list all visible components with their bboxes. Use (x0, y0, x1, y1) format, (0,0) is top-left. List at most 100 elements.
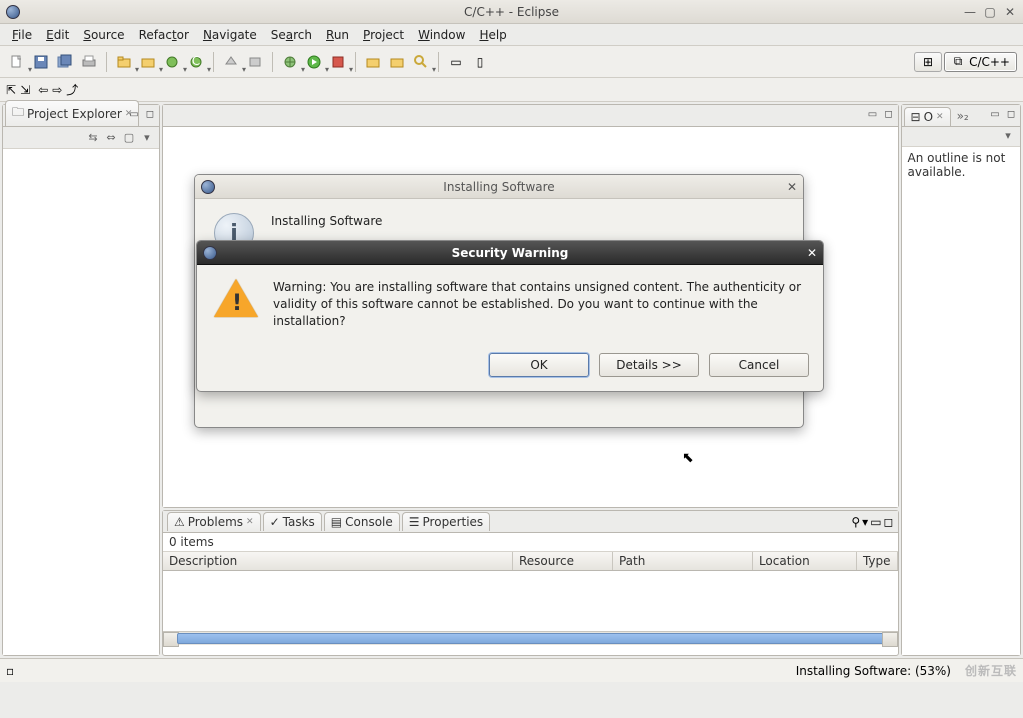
menu-run[interactable]: Run (320, 26, 355, 44)
editor-maximize-button[interactable]: ◻ (882, 107, 896, 121)
menu-help[interactable]: Help (473, 26, 512, 44)
console-tab[interactable]: ▤Console (324, 512, 400, 531)
horizontal-scrollbar[interactable] (163, 631, 898, 645)
security-warning-message: Warning: You are installing software tha… (273, 279, 807, 329)
new-folder-button[interactable] (137, 51, 159, 73)
menu-source[interactable]: Source (77, 26, 130, 44)
close-icon[interactable]: ✕ (936, 112, 944, 122)
app-icon (201, 180, 215, 194)
outline-empty-text: An outline is not available. (902, 147, 1021, 183)
nav-back-button[interactable]: ⇦ (38, 83, 48, 97)
properties-icon: ☰ (409, 515, 420, 529)
build-all-button[interactable] (244, 51, 266, 73)
tasks-tab[interactable]: ✓Tasks (263, 512, 322, 531)
view-menu-icon[interactable]: ▾ (862, 515, 868, 529)
nav-forward-button[interactable]: ⇨ (52, 83, 62, 97)
outline-tab[interactable]: ⊟O✕ (904, 107, 951, 126)
security-warning-dialog: Security Warning ✕ Warning: You are inst… (196, 240, 824, 392)
bottom-panel: ⚠Problems✕ ✓Tasks ▤Console ☰Properties ⚲… (162, 510, 899, 656)
new-class-button[interactable]: C (185, 51, 207, 73)
open-type-button[interactable] (362, 51, 384, 73)
view-menu-icon[interactable]: ▾ (139, 130, 155, 146)
minimize-view-button[interactable]: ▭ (127, 107, 141, 121)
main-titlebar: C/C++ - Eclipse — ▢ ✕ (0, 0, 1023, 24)
forward-button[interactable]: ⇲ (20, 83, 30, 97)
security-dialog-titlebar: Security Warning ✕ (197, 241, 823, 265)
problems-table-body (163, 571, 898, 631)
problems-table-header: Description Resource Path Location Type (163, 552, 898, 571)
save-all-button[interactable] (54, 51, 76, 73)
save-button[interactable] (30, 51, 52, 73)
tasks-icon: ✓ (270, 515, 280, 529)
minimize-outline-button[interactable]: ▭ (988, 107, 1002, 121)
svg-text:C: C (192, 54, 200, 68)
nav-toolbar: ⇱ ⇲ ⇦ ⇨ ⤴ (0, 78, 1023, 102)
window-title: C/C++ - Eclipse (464, 5, 559, 19)
main-toolbar: C ▭ ▯ ⊞ ⧉C/C++ (0, 46, 1023, 78)
menu-edit[interactable]: Edit (40, 26, 75, 44)
link-editor-icon[interactable]: ⇔ (103, 130, 119, 146)
project-explorer-tab[interactable]: 🗀 Project Explorer ✕ (5, 100, 139, 126)
outline-menu-icon[interactable]: ▾ (1000, 127, 1016, 143)
menu-window[interactable]: Window (412, 26, 471, 44)
col-resource[interactable]: Resource (513, 552, 613, 570)
minimize-button[interactable]: — (963, 5, 977, 19)
app-icon (203, 246, 217, 260)
menubar: File Edit Source Refactor Navigate Searc… (0, 24, 1023, 46)
perspective-cpp[interactable]: ⧉C/C++ (944, 52, 1017, 72)
console-icon: ▤ (331, 515, 342, 529)
maximize-panel-button[interactable]: ◻ (884, 515, 894, 529)
ok-button[interactable]: OK (489, 353, 589, 377)
folder-nav-icon: 🗀 (12, 103, 24, 124)
collapse-all-icon[interactable]: ⇆ (85, 130, 101, 146)
properties-tab[interactable]: ☰Properties (402, 512, 490, 531)
status-left-icon: ▫ (6, 664, 14, 678)
security-dialog-title: Security Warning (452, 246, 569, 260)
filter-icon[interactable]: ⚲ (851, 515, 860, 529)
focus-icon[interactable]: ▢ (121, 130, 137, 146)
close-button[interactable]: ✕ (1003, 5, 1017, 19)
new-project-button[interactable] (113, 51, 135, 73)
build-button[interactable] (220, 51, 242, 73)
close-icon[interactable]: ✕ (246, 517, 254, 527)
menu-navigate[interactable]: Navigate (197, 26, 263, 44)
open-task-button[interactable] (386, 51, 408, 73)
minimize-panel-button[interactable]: ▭ (870, 515, 881, 529)
install-dialog-titlebar: Installing Software ✕ (195, 175, 803, 199)
menu-file[interactable]: File (6, 26, 38, 44)
problems-icon: ⚠ (174, 515, 185, 529)
back-button[interactable]: ⇱ (6, 83, 16, 97)
col-type[interactable]: Type (857, 552, 898, 570)
details-button[interactable]: Details >> (599, 353, 699, 377)
print-button[interactable] (78, 51, 100, 73)
run-button[interactable] (303, 51, 325, 73)
editor-minimize-button[interactable]: ▭ (866, 107, 880, 121)
new-button[interactable] (6, 51, 28, 73)
menu-project[interactable]: Project (357, 26, 410, 44)
maximize-view-button[interactable]: ◻ (143, 107, 157, 121)
nav-up-button[interactable]: ⤴ (66, 81, 78, 98)
menu-search[interactable]: Search (265, 26, 318, 44)
install-dialog-close-button[interactable]: ✕ (787, 180, 797, 194)
maximize-button[interactable]: ▢ (983, 5, 997, 19)
project-explorer-view: 🗀 Project Explorer ✕ ▭ ◻ ⇆ ⇔ ▢ ▾ (2, 104, 160, 656)
maximize-outline-button[interactable]: ◻ (1004, 107, 1018, 121)
menu-refactor[interactable]: Refactor (133, 26, 195, 44)
cancel-button[interactable]: Cancel (709, 353, 809, 377)
open-perspective-button[interactable]: ⊞ (914, 52, 942, 72)
debug-button[interactable] (279, 51, 301, 73)
statusbar: ▫ Installing Software: (53%) 创新互联 (0, 658, 1023, 682)
outline-view: ⊟O✕ »₂ ▭ ◻ ▾ An outline is not available… (901, 104, 1022, 656)
col-path[interactable]: Path (613, 552, 753, 570)
pin-button[interactable]: ▯ (469, 51, 491, 73)
security-dialog-close-button[interactable]: ✕ (807, 246, 817, 260)
install-dialog-title: Installing Software (443, 180, 554, 194)
warning-icon (213, 279, 259, 329)
col-description[interactable]: Description (163, 552, 513, 570)
problems-tab[interactable]: ⚠Problems✕ (167, 512, 261, 531)
search-button[interactable] (410, 51, 432, 73)
col-location[interactable]: Location (753, 552, 857, 570)
external-tools-button[interactable] (327, 51, 349, 73)
new-source-button[interactable] (161, 51, 183, 73)
toggle-mark-button[interactable]: ▭ (445, 51, 467, 73)
